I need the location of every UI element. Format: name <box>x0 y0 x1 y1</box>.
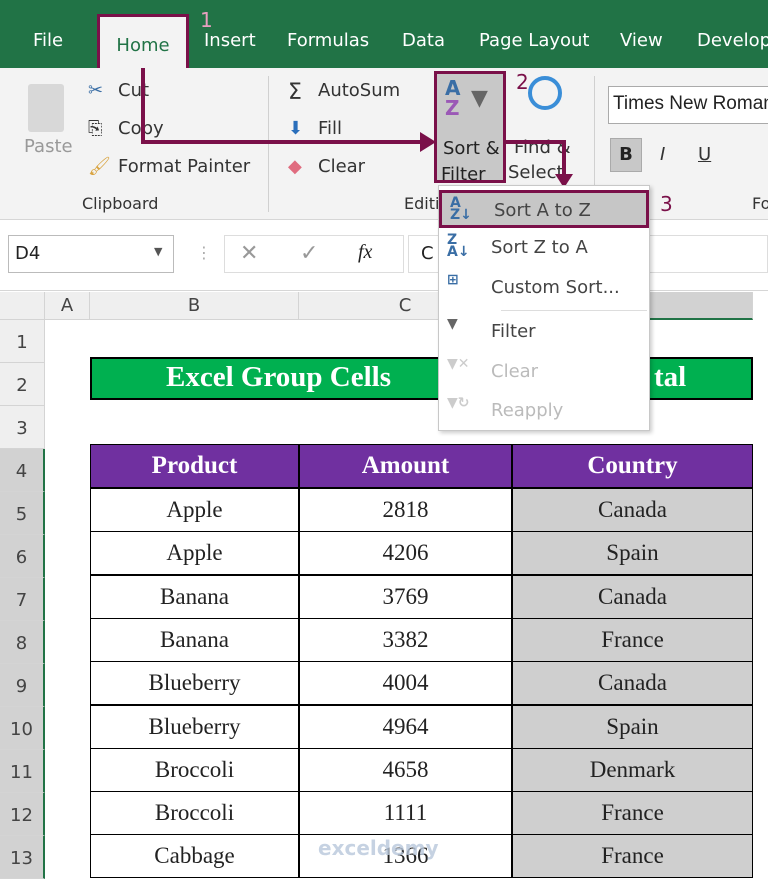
table-cell[interactable]: Canada <box>512 488 753 532</box>
table-cell[interactable]: 4004 <box>299 661 512 706</box>
clear-filter-icon: ▼✕ <box>447 356 470 372</box>
table-cell[interactable]: Spain <box>512 704 753 749</box>
menu-item-label: Clear <box>491 361 539 382</box>
table-cell[interactable]: 2818 <box>299 488 512 532</box>
menu-separator <box>501 310 647 311</box>
menu-item-custom-sort[interactable]: ⊞ Custom Sort... <box>439 270 649 308</box>
insert-function-button[interactable]: fx <box>358 241 372 264</box>
cancel-icon[interactable]: ✕ <box>240 241 258 266</box>
column-header-A[interactable]: A <box>45 292 90 320</box>
row-header-3[interactable]: 3 <box>0 406 45 449</box>
row-header-12[interactable]: 12 <box>0 793 45 836</box>
sort-za-icon: Z A↓ <box>447 232 470 260</box>
row-header-10[interactable]: 10 <box>0 707 45 750</box>
table-cell[interactable]: France <box>512 617 753 662</box>
table-cell[interactable]: Apple <box>90 531 299 576</box>
table-header-amount[interactable]: Amount <box>299 444 512 488</box>
table-cell[interactable]: 4206 <box>299 531 512 576</box>
table-cell[interactable]: France <box>512 834 753 879</box>
column-header-B[interactable]: B <box>90 292 299 320</box>
table-cell[interactable]: 1111 <box>299 791 512 836</box>
row-header-2[interactable]: 2 <box>0 363 45 406</box>
table-cell[interactable]: 4658 <box>299 747 512 792</box>
chevron-down-icon[interactable]: ▼ <box>154 245 162 258</box>
row-header-13[interactable]: 13 <box>0 836 45 879</box>
annotation-3: 3 <box>660 192 673 216</box>
table-cell[interactable]: Blueberry <box>90 704 299 749</box>
table-cell[interactable]: Apple <box>90 488 299 532</box>
table-cell[interactable]: Blueberry <box>90 661 299 706</box>
menu-item-label: Sort A to Z <box>494 200 591 221</box>
row-header-9[interactable]: 9 <box>0 664 45 707</box>
table-cell[interactable]: Canada <box>512 574 753 619</box>
custom-sort-icon: ⊞ <box>447 272 459 288</box>
table-header-country[interactable]: Country <box>512 444 753 488</box>
row-header-4[interactable]: 4 <box>0 449 45 492</box>
menu-item-label: Sort Z to A <box>491 237 588 258</box>
watermark: exceldemy <box>318 836 439 860</box>
row-header-5[interactable]: 5 <box>0 492 45 535</box>
title-text: Excel Group Cells <box>166 361 392 393</box>
table-cell[interactable]: Canada <box>512 661 753 706</box>
menu-item-reapply[interactable]: ▼↻ Reapply <box>439 393 649 431</box>
title-text-end: tal <box>654 361 687 393</box>
title-cell[interactable]: Excel Group Cells tal <box>90 357 753 400</box>
enter-icon[interactable]: ✓ <box>300 241 318 266</box>
table-cell[interactable]: Denmark <box>512 747 753 792</box>
row-header-8[interactable]: 8 <box>0 621 45 664</box>
menu-item-label: Custom Sort... <box>491 277 620 298</box>
name-box[interactable]: D4 <box>8 235 174 273</box>
sort-filter-menu: A Z↓ Sort A to Z Z A↓ Sort Z to A ⊞ Custom Sort… <box>438 185 650 431</box>
table-cell[interactable]: Banana <box>90 574 299 619</box>
select-all-button[interactable] <box>0 292 45 320</box>
table-cell[interactable]: 3769 <box>299 574 512 619</box>
table-cell[interactable]: 3382 <box>299 617 512 662</box>
table-cell[interactable]: Broccoli <box>90 791 299 836</box>
menu-item-label: Filter <box>491 321 536 342</box>
menu-item-clear[interactable]: ▼✕ Clear <box>439 354 649 392</box>
row-header-6[interactable]: 6 <box>0 535 45 578</box>
table-cell[interactable]: 4964 <box>299 704 512 749</box>
sort-az-icon: A Z↓ <box>450 195 472 223</box>
menu-item-filter[interactable]: ▼ Filter <box>439 314 649 352</box>
table-cell[interactable]: France <box>512 791 753 836</box>
table-cell[interactable]: Spain <box>512 531 753 576</box>
reapply-icon: ▼↻ <box>447 395 470 411</box>
menu-item-sort-a-to-z[interactable]: A Z↓ Sort A to Z <box>439 190 649 228</box>
row-header-1[interactable]: 1 <box>0 320 45 363</box>
table-cell[interactable]: Cabbage <box>90 834 299 879</box>
more-icon: ⋮ <box>196 243 212 262</box>
formula-bar: D4 ▼ ⋮ ✕ ✓ fx C <box>0 221 768 291</box>
row-header-7[interactable]: 7 <box>0 578 45 621</box>
table-header-product[interactable]: Product <box>90 444 299 488</box>
menu-item-label: Reapply <box>491 400 564 421</box>
menu-item-sort-z-to-a[interactable]: Z A↓ Sort Z to A <box>439 230 649 268</box>
table-cell[interactable]: Banana <box>90 617 299 662</box>
row-header-11[interactable]: 11 <box>0 750 45 793</box>
table-cell[interactable]: Broccoli <box>90 747 299 792</box>
filter-icon: ▼ <box>447 316 458 332</box>
